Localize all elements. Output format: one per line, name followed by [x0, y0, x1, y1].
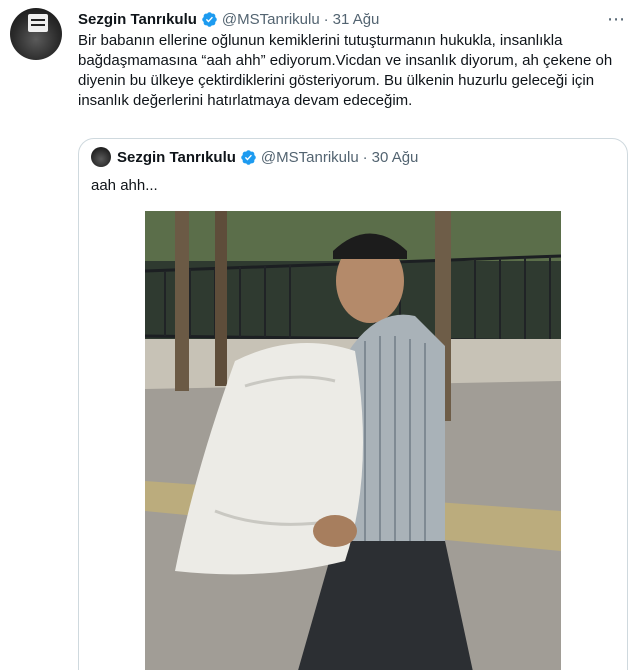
author-name[interactable]: Sezgin Tanrıkulu	[78, 11, 197, 28]
tweet-photo[interactable]	[145, 211, 561, 670]
photo-illustration	[145, 211, 561, 670]
quoted-author-name[interactable]: Sezgin Tanrıkulu	[117, 149, 236, 166]
author-handle[interactable]: @MSTanrikulu	[222, 11, 320, 28]
quoted-tweet[interactable]: Sezgin Tanrıkulu @MSTanrikulu · 30 Ağu a…	[78, 138, 628, 670]
tweet-date[interactable]: 31 Ağu	[333, 11, 380, 28]
quoted-author-handle[interactable]: @MSTanrikulu	[261, 149, 359, 166]
author-avatar[interactable]	[10, 8, 62, 60]
quoted-tweet-text: aah ahh...	[91, 177, 158, 194]
separator-dot: ·	[323, 10, 329, 28]
more-options-icon[interactable]: ⋯	[607, 9, 626, 30]
quoted-author-avatar[interactable]	[91, 147, 111, 167]
separator-dot: ·	[362, 148, 368, 166]
verified-badge-icon	[202, 11, 217, 27]
tweet-text: Bir babanın ellerine oğlunun kemiklerini…	[78, 32, 613, 109]
verified-badge-icon	[241, 149, 256, 165]
quoted-tweet-date[interactable]: 30 Ağu	[372, 149, 419, 166]
tweet-header: Sezgin Tanrıkulu @MSTanrikulu · 31 Ağu	[78, 9, 379, 29]
avatar-protest-sign	[28, 14, 48, 32]
tweet: Sezgin Tanrıkulu @MSTanrikulu · 31 Ağu ⋯…	[0, 0, 640, 670]
quoted-tweet-header: Sezgin Tanrıkulu @MSTanrikulu · 30 Ağu	[117, 147, 418, 167]
